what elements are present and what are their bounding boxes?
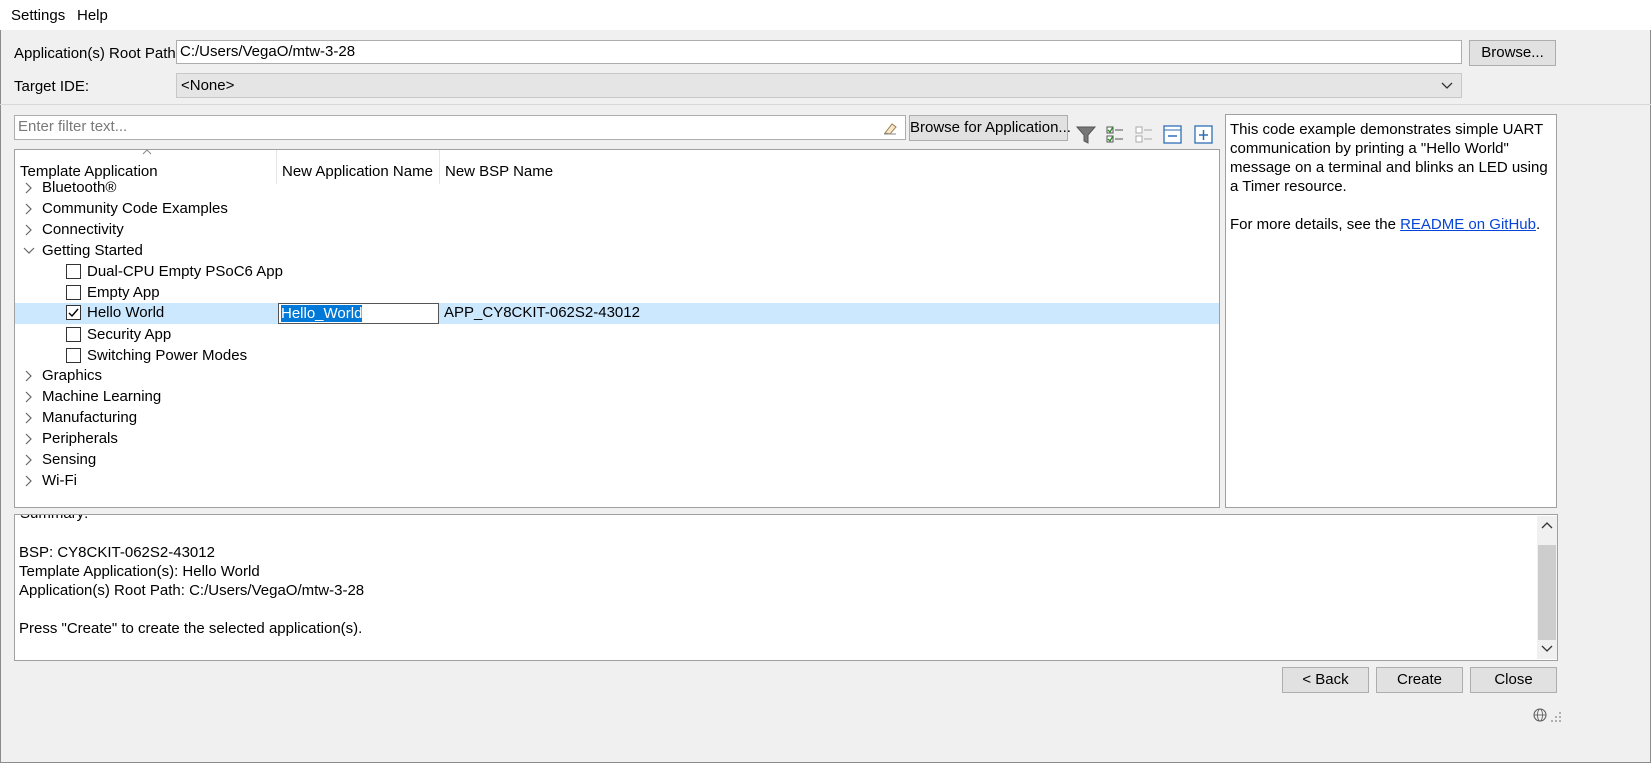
tree-label: Security App bbox=[87, 326, 172, 343]
description-body: This code example demonstrates simple UA… bbox=[1230, 121, 1548, 195]
more-suffix: . bbox=[1535, 216, 1541, 233]
tree-label: Wi-Fi bbox=[42, 472, 77, 489]
tree-label: Switching Power Modes bbox=[87, 347, 248, 364]
tree-category-community[interactable]: Community Code Examples bbox=[15, 199, 1219, 220]
tree-category-manufacturing[interactable]: Manufacturing bbox=[15, 408, 1219, 429]
chevron-right-icon[interactable] bbox=[23, 388, 35, 406]
tree-label: Graphics bbox=[42, 367, 103, 384]
tree-category-sensing[interactable]: Sensing bbox=[15, 450, 1219, 471]
filter-input[interactable]: Enter filter text... bbox=[14, 115, 906, 140]
tree-category-machine-learning[interactable]: Machine Learning bbox=[15, 387, 1219, 408]
browse-for-application-button[interactable]: Browse for Application... bbox=[909, 115, 1071, 141]
chevron-right-icon[interactable] bbox=[23, 179, 35, 197]
sort-ascending-icon bbox=[142, 149, 152, 155]
root-path-label: Application(s) Root Path: bbox=[14, 45, 180, 62]
chevron-down-icon[interactable] bbox=[23, 242, 35, 260]
menu-help[interactable]: Help bbox=[77, 7, 108, 24]
tree-label: Community Code Examples bbox=[42, 200, 228, 217]
tree-label: Hello World bbox=[87, 304, 165, 321]
tree-label: Getting Started bbox=[42, 242, 143, 259]
tree-app-dual-cpu[interactable]: Dual-CPU Empty PSoC6 App bbox=[15, 262, 1219, 283]
tree-label: Machine Learning bbox=[42, 388, 162, 405]
close-button[interactable]: Close bbox=[1470, 667, 1557, 693]
app-name-value: Hello_World bbox=[281, 305, 363, 322]
browse-button[interactable]: Browse... bbox=[1469, 40, 1556, 66]
root-path-input[interactable]: C:/Users/VegaO/mtw-3-28 bbox=[176, 40, 1462, 64]
create-button[interactable]: Create bbox=[1376, 667, 1463, 693]
chevron-right-icon[interactable] bbox=[23, 409, 35, 427]
tree-label: Bluetooth® bbox=[42, 179, 117, 196]
tree-category-graphics[interactable]: Graphics bbox=[15, 366, 1219, 387]
tree-app-switching[interactable]: Switching Power Modes bbox=[15, 346, 1219, 367]
description-text: This code example demonstrates simple UA… bbox=[1230, 120, 1550, 234]
scroll-up-icon[interactable] bbox=[1540, 519, 1554, 531]
new-application-name-input[interactable]: Hello_World bbox=[278, 303, 439, 324]
app-checkbox[interactable] bbox=[66, 285, 81, 300]
chevron-right-icon[interactable] bbox=[23, 430, 35, 448]
readme-link[interactable]: README on GitHub bbox=[1400, 216, 1536, 233]
tree-category-bluetooth[interactable]: Bluetooth® bbox=[15, 178, 1219, 199]
app-checkbox[interactable] bbox=[66, 264, 81, 279]
checkmark-icon bbox=[68, 308, 79, 318]
chevron-right-icon[interactable] bbox=[23, 451, 35, 469]
tree-app-empty[interactable]: Empty App bbox=[15, 283, 1219, 304]
tree-label: Peripherals bbox=[42, 430, 118, 447]
collapse-all-icon[interactable] bbox=[1162, 124, 1184, 146]
tree-label: Manufacturing bbox=[42, 409, 138, 426]
chevron-right-icon[interactable] bbox=[23, 472, 35, 490]
tree-category-peripherals[interactable]: Peripherals bbox=[15, 429, 1219, 450]
chevron-right-icon[interactable] bbox=[23, 221, 35, 239]
tree-label: Empty App bbox=[87, 284, 160, 301]
menu-settings[interactable]: Settings bbox=[11, 7, 65, 24]
bsp-name-value[interactable]: APP_CY8CKIT-062S2-43012 bbox=[444, 304, 640, 321]
chevron-right-icon[interactable] bbox=[23, 367, 35, 385]
summary-press-create: Press "Create" to create the selected ap… bbox=[19, 620, 363, 637]
chevron-right-icon[interactable] bbox=[23, 200, 35, 218]
summary-heading: Summary: bbox=[20, 515, 88, 522]
summary-root-path: Application(s) Root Path: C:/Users/VegaO… bbox=[19, 582, 365, 599]
tree-category-wifi[interactable]: Wi-Fi bbox=[15, 471, 1219, 492]
resize-grip-icon[interactable] bbox=[1550, 711, 1562, 723]
more-prefix: For more details, see the bbox=[1230, 216, 1401, 233]
summary-bsp: BSP: CY8CKIT-062S2-43012 bbox=[19, 544, 215, 561]
target-ide-value: <None> bbox=[181, 77, 235, 94]
clear-filter-icon[interactable] bbox=[882, 120, 898, 136]
menu-bar: Settings Help bbox=[0, 0, 1651, 30]
tree-category-getting-started[interactable]: Getting Started bbox=[15, 241, 1219, 262]
target-ide-select[interactable]: <None> bbox=[176, 73, 1462, 98]
tree-app-security[interactable]: Security App bbox=[15, 325, 1219, 346]
tree-app-hello-world[interactable]: Hello World Hello_World APP_CY8CKIT-062S… bbox=[15, 303, 1219, 324]
tree-label: Dual-CPU Empty PSoC6 App bbox=[87, 263, 283, 280]
chevron-down-icon bbox=[1441, 82, 1453, 89]
deselect-all-icon[interactable] bbox=[1133, 124, 1155, 146]
target-ide-label: Target IDE: bbox=[14, 78, 90, 95]
select-all-icon[interactable] bbox=[1104, 124, 1126, 146]
app-checkbox[interactable] bbox=[66, 327, 81, 342]
app-checkbox[interactable] bbox=[66, 348, 81, 363]
app-checkbox-checked[interactable] bbox=[66, 305, 81, 320]
summary-templates: Template Application(s): Hello World bbox=[19, 563, 260, 580]
back-button[interactable]: < Back bbox=[1282, 667, 1369, 693]
tree-label: Sensing bbox=[42, 451, 97, 468]
scroll-down-icon[interactable] bbox=[1540, 643, 1554, 655]
globe-icon[interactable] bbox=[1533, 708, 1547, 722]
scrollbar-thumb[interactable] bbox=[1538, 545, 1556, 640]
filter-icon[interactable] bbox=[1075, 124, 1097, 146]
tree-category-connectivity[interactable]: Connectivity bbox=[15, 220, 1219, 241]
separator bbox=[0, 104, 1651, 105]
description-more: For more details, see the README on GitH… bbox=[1230, 215, 1550, 234]
expand-all-icon[interactable] bbox=[1193, 124, 1215, 146]
tree-label: Connectivity bbox=[42, 221, 124, 238]
